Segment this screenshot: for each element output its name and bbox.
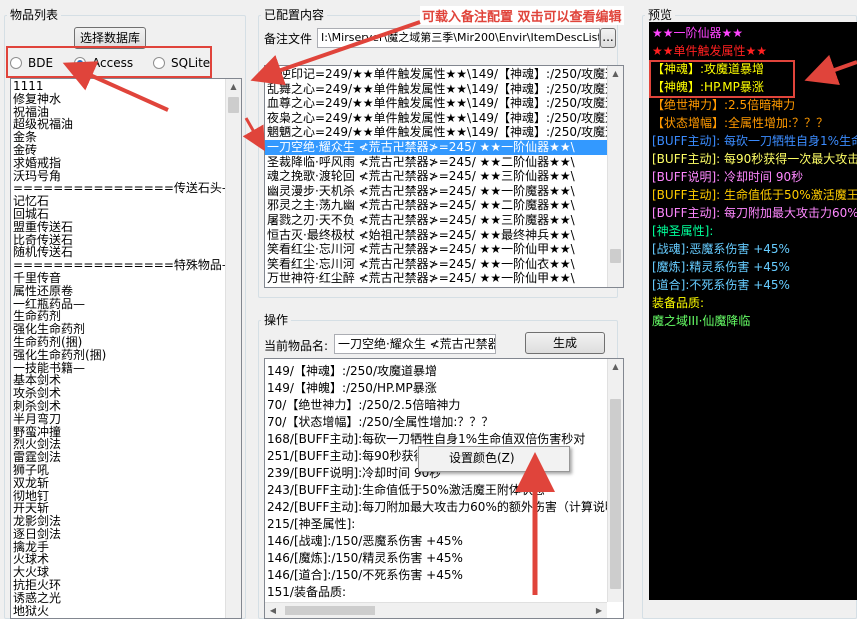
item-list-scrollbar[interactable]: ▲ <box>225 79 241 618</box>
config-row[interactable]: 魂之挽歌·渡轮回 ≮荒古卍禁器≯=245/ ★★三阶仙器★★\ <box>265 169 607 184</box>
preview-panel: ★★一阶仙器★★ ★★单件触发属性★★ 【神魂】:攻魔道暴增 【神魄】:HP.MP暴涨… <box>649 22 857 600</box>
item-list[interactable]: 1111 修复神水 祝福油 超级祝福油 金条 金砖 求婚戒指 沃玛号角 ============… <box>10 78 242 619</box>
operations-title: 操作 <box>261 313 292 327</box>
config-row[interactable]: 血尊之心=249/★★单件触发属性★★\149/【神魂】:/250/攻魔道 <box>265 96 607 111</box>
editor-hscrollbar[interactable]: ◀ ▶ <box>265 602 607 618</box>
set-color-menu-item[interactable]: 设置颜色(Z) <box>419 447 569 469</box>
config-row[interactable]: 乱舞之心=249/★★单件触发属性★★\149/【神魂】:/250/攻魔道 <box>265 82 607 97</box>
editor-line[interactable]: 242/[BUFF主动]:每刀附加最大攻击力60%的额外伤害（计算说明 <box>265 499 607 516</box>
scroll-thumb[interactable] <box>610 399 621 589</box>
list-item[interactable]: 半月弯刀 <box>11 412 225 426</box>
list-item[interactable]: 生命药剂(捆) <box>11 336 225 349</box>
context-menu: 设置颜色(Z) <box>418 446 570 472</box>
current-item-name-field[interactable]: 一刀空绝·耀众生 ≮荒古卍禁器 <box>334 334 496 354</box>
configured-list-scrollbar[interactable]: ▲ <box>607 66 623 287</box>
remark-file-path[interactable]: I:\Mirserver\魔之域第三季\Mir200\Envir\ItemDes… <box>317 28 600 48</box>
editor-line[interactable]: 146/[道合]:/150/不死系伤害 +45% <box>265 567 607 584</box>
preview-title: 预览 <box>645 8 676 22</box>
editor-line[interactable]: 149/【神魂】:/250/攻魔道暴增 <box>265 363 607 380</box>
generate-button[interactable]: 生成 <box>525 332 605 354</box>
configured-list[interactable]: 天逆印记=249/★★单件触发属性★★\149/【神魂】:/250/攻魔道 乱舞之… <box>264 65 624 288</box>
editor-line[interactable]: 243/[BUFF主动]:生命值低于50%激活魔王附体状态 <box>265 482 607 499</box>
list-item[interactable]: 1111 <box>11 80 225 93</box>
config-row[interactable]: 圣裁降临·呼风雨 ≮荒古卍禁器≯=245/ ★★二阶仙器★★\ <box>265 155 607 170</box>
list-item[interactable]: 诱惑之光 <box>11 592 225 605</box>
preview-line: [道合]:不死系伤害 +45% <box>652 278 790 292</box>
list-item[interactable]: 龙影剑法 <box>11 515 225 528</box>
list-item[interactable]: 抗拒火环 <box>11 579 225 592</box>
item-list-title: 物品列表 <box>7 8 62 22</box>
editor-line[interactable]: 70/【状态增幅】:/250/全属性增加:？？？ <box>265 414 607 431</box>
editor-line[interactable]: 146/[战魂]:/150/恶魔系伤害 +45% <box>265 533 607 550</box>
list-item[interactable]: 盟重传送石 <box>11 220 225 234</box>
scroll-thumb[interactable] <box>228 97 239 113</box>
list-item[interactable]: 求婚戒指 <box>11 156 225 170</box>
list-item[interactable]: 强化生命药剂(捆) <box>11 348 225 362</box>
config-row[interactable]: 一刀空绝·耀众生 ≮荒古卍禁器≯=245/ ★★一阶仙器★★\ <box>265 139 607 155</box>
scroll-thumb[interactable] <box>610 249 621 263</box>
preview-line: [神圣属性]: <box>652 224 714 238</box>
list-item[interactable]: 千里传音 <box>11 272 225 285</box>
list-item[interactable]: 修复神水 <box>11 92 225 106</box>
scroll-up-arrow-icon[interactable]: ▲ <box>608 66 623 82</box>
config-annotation: 可载入备注配置 双击可以查看编辑 <box>420 6 624 25</box>
configured-title: 已配置内容 <box>261 8 328 22</box>
preview-line: 【状态增幅】:全属性增加:？？？ <box>652 116 829 130</box>
list-item[interactable]: 属性还原卷 <box>11 284 225 298</box>
list-item[interactable]: 雷霆剑法 <box>11 451 225 464</box>
config-row[interactable]: 恒古灭·最终极杖 ≮始祖卍禁器≯=245/ ★★最终神兵★★\ <box>265 228 607 243</box>
preview-line: [BUFF主动]: 每刀附加最大攻击力60% <box>652 206 857 220</box>
preview-line: [BUFF说明]: 冷却时间 90秒 <box>652 170 804 184</box>
preview-line: [BUFF主动]: 每砍一刀牺牲自身1%生命 <box>652 134 857 148</box>
list-item[interactable]: 双龙斩 <box>11 476 225 490</box>
list-item[interactable]: 狮子吼 <box>11 464 225 477</box>
editor-vscrollbar[interactable]: ▲ <box>607 359 623 602</box>
list-item[interactable]: 金条 <box>11 131 225 144</box>
config-row[interactable]: 魍魉之心=249/★★单件触发属性★★\149/【神魂】:/250/攻魔道 <box>265 125 607 140</box>
list-item[interactable]: 地狱火 <box>11 604 225 618</box>
editor-line[interactable]: 151/装备品质: <box>265 584 607 601</box>
config-row[interactable]: 屠戮之刃·天不负 ≮荒古卍禁器≯=245/ ★★三阶魔器★★\ <box>265 213 607 228</box>
description-editor[interactable]: 149/【神魂】:/250/攻魔道暴增 149/【神魄】:/250/HP.MP暴涨… <box>264 358 624 619</box>
list-item[interactable]: 刺杀剑术 <box>11 400 225 413</box>
preview-line: [战魂]:恶魔系伤害 +45% <box>652 242 790 256</box>
preview-line: [BUFF主动]: 每90秒获得一次最大攻击 <box>652 152 857 166</box>
config-row[interactable]: 天逆印记=249/★★单件触发属性★★\149/【神魂】:/250/攻魔道 <box>265 67 607 82</box>
hscroll-thumb[interactable] <box>285 606 375 615</box>
db-type-highlight-box <box>6 46 212 78</box>
editor-line[interactable]: 149/【神魄】:/250/HP.MP暴涨 <box>265 380 607 397</box>
scroll-up-arrow-icon[interactable]: ▲ <box>608 359 623 375</box>
list-item[interactable]: 逐日剑法 <box>11 528 225 541</box>
list-item[interactable]: 回城石 <box>11 208 225 221</box>
preview-line: [BUFF主动]: 生命值低于50%激活魔王 <box>652 188 857 202</box>
preview-highlight-box <box>649 60 795 98</box>
preview-line: 装备品质: <box>652 296 705 310</box>
config-row[interactable]: 笑看红尘·忘川河 ≮荒古卍禁器≯=245/ ★★一阶仙甲★★\ <box>265 242 607 257</box>
config-row[interactable]: 夜枭之心=249/★★单件触发属性★★\149/【神魂】:/250/攻魔道 <box>265 111 607 126</box>
browse-button[interactable]: ... <box>600 28 616 48</box>
editor-line[interactable]: 70/【绝世神力】:/250/2.5倍暗神力 <box>265 397 607 414</box>
config-row[interactable]: 万世神符·红尘醉 ≮荒古卍禁器≯=245/ ★★一阶仙甲★★\ <box>265 271 607 286</box>
list-item[interactable]: 攻杀剑术 <box>11 387 225 400</box>
current-item-label: 当前物品名: <box>264 339 329 353</box>
remark-file-label: 备注文件 <box>264 32 313 46</box>
config-row[interactable]: 幽灵漫步·天机杀 ≮荒古卍禁器≯=245/ ★★一阶魔器★★\ <box>265 184 607 199</box>
config-row[interactable]: 笑看红尘·忘川河 ≮荒古卍禁器≯=245/ ★★一阶仙衣★★\ <box>265 257 607 272</box>
list-item[interactable]: 金砖 <box>11 144 225 157</box>
scroll-right-arrow-icon[interactable]: ▶ <box>591 603 607 618</box>
preview-line: 魔之域III·仙魔降临 <box>652 314 751 328</box>
editor-line[interactable]: 215/[神圣属性]: <box>265 516 607 533</box>
editor-line[interactable]: 146/[魔炼]:/150/精灵系伤害 +45% <box>265 550 607 567</box>
preview-line: ★★单件触发属性★★ <box>652 44 768 58</box>
preview-line: 【绝世神力】:2.5倍暗神力 <box>652 98 796 112</box>
scroll-left-arrow-icon[interactable]: ◀ <box>265 603 281 618</box>
scroll-up-arrow-icon[interactable]: ▲ <box>226 79 241 95</box>
list-item[interactable]: 超级祝福油 <box>11 118 225 131</box>
preview-line: [魔炼]:精灵系伤害 +45% <box>652 260 790 274</box>
preview-line: ★★一阶仙器★★ <box>652 26 744 40</box>
config-row[interactable]: 邪灵之主·荡九幽 ≮荒古卍禁器≯=245/ ★★二阶魔器★★\ <box>265 198 607 213</box>
